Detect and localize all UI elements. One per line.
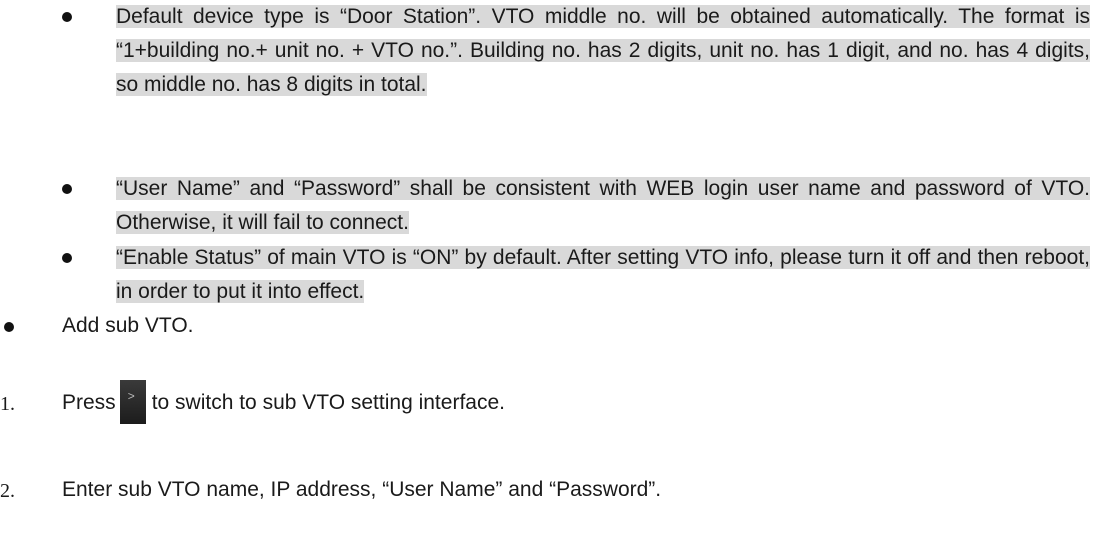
bullet-dot xyxy=(62,184,72,194)
section-heading: Add sub VTO. xyxy=(62,314,194,337)
bullet-dot xyxy=(62,12,72,22)
note-text: “Enable Status” of main VTO is “ON” by d… xyxy=(116,246,1090,303)
note-text: “User Name” and “Password” shall be cons… xyxy=(116,177,1090,234)
step-text-before: Press xyxy=(62,391,116,414)
step-text-after: to switch to sub VTO setting interface. xyxy=(151,391,505,414)
step-number: 1. xyxy=(0,393,15,415)
chevron-right-icon: > xyxy=(119,380,146,424)
bullet-dot xyxy=(62,253,72,263)
note-text: Default device type is “Door Station”. V… xyxy=(116,5,1090,96)
step-number: 2. xyxy=(0,480,15,502)
step-text: Enter sub VTO name, IP address, “User Na… xyxy=(62,478,662,501)
step-text: Press > to switch to sub VTO setting inter… xyxy=(62,380,505,424)
bullet-dot xyxy=(4,322,14,332)
